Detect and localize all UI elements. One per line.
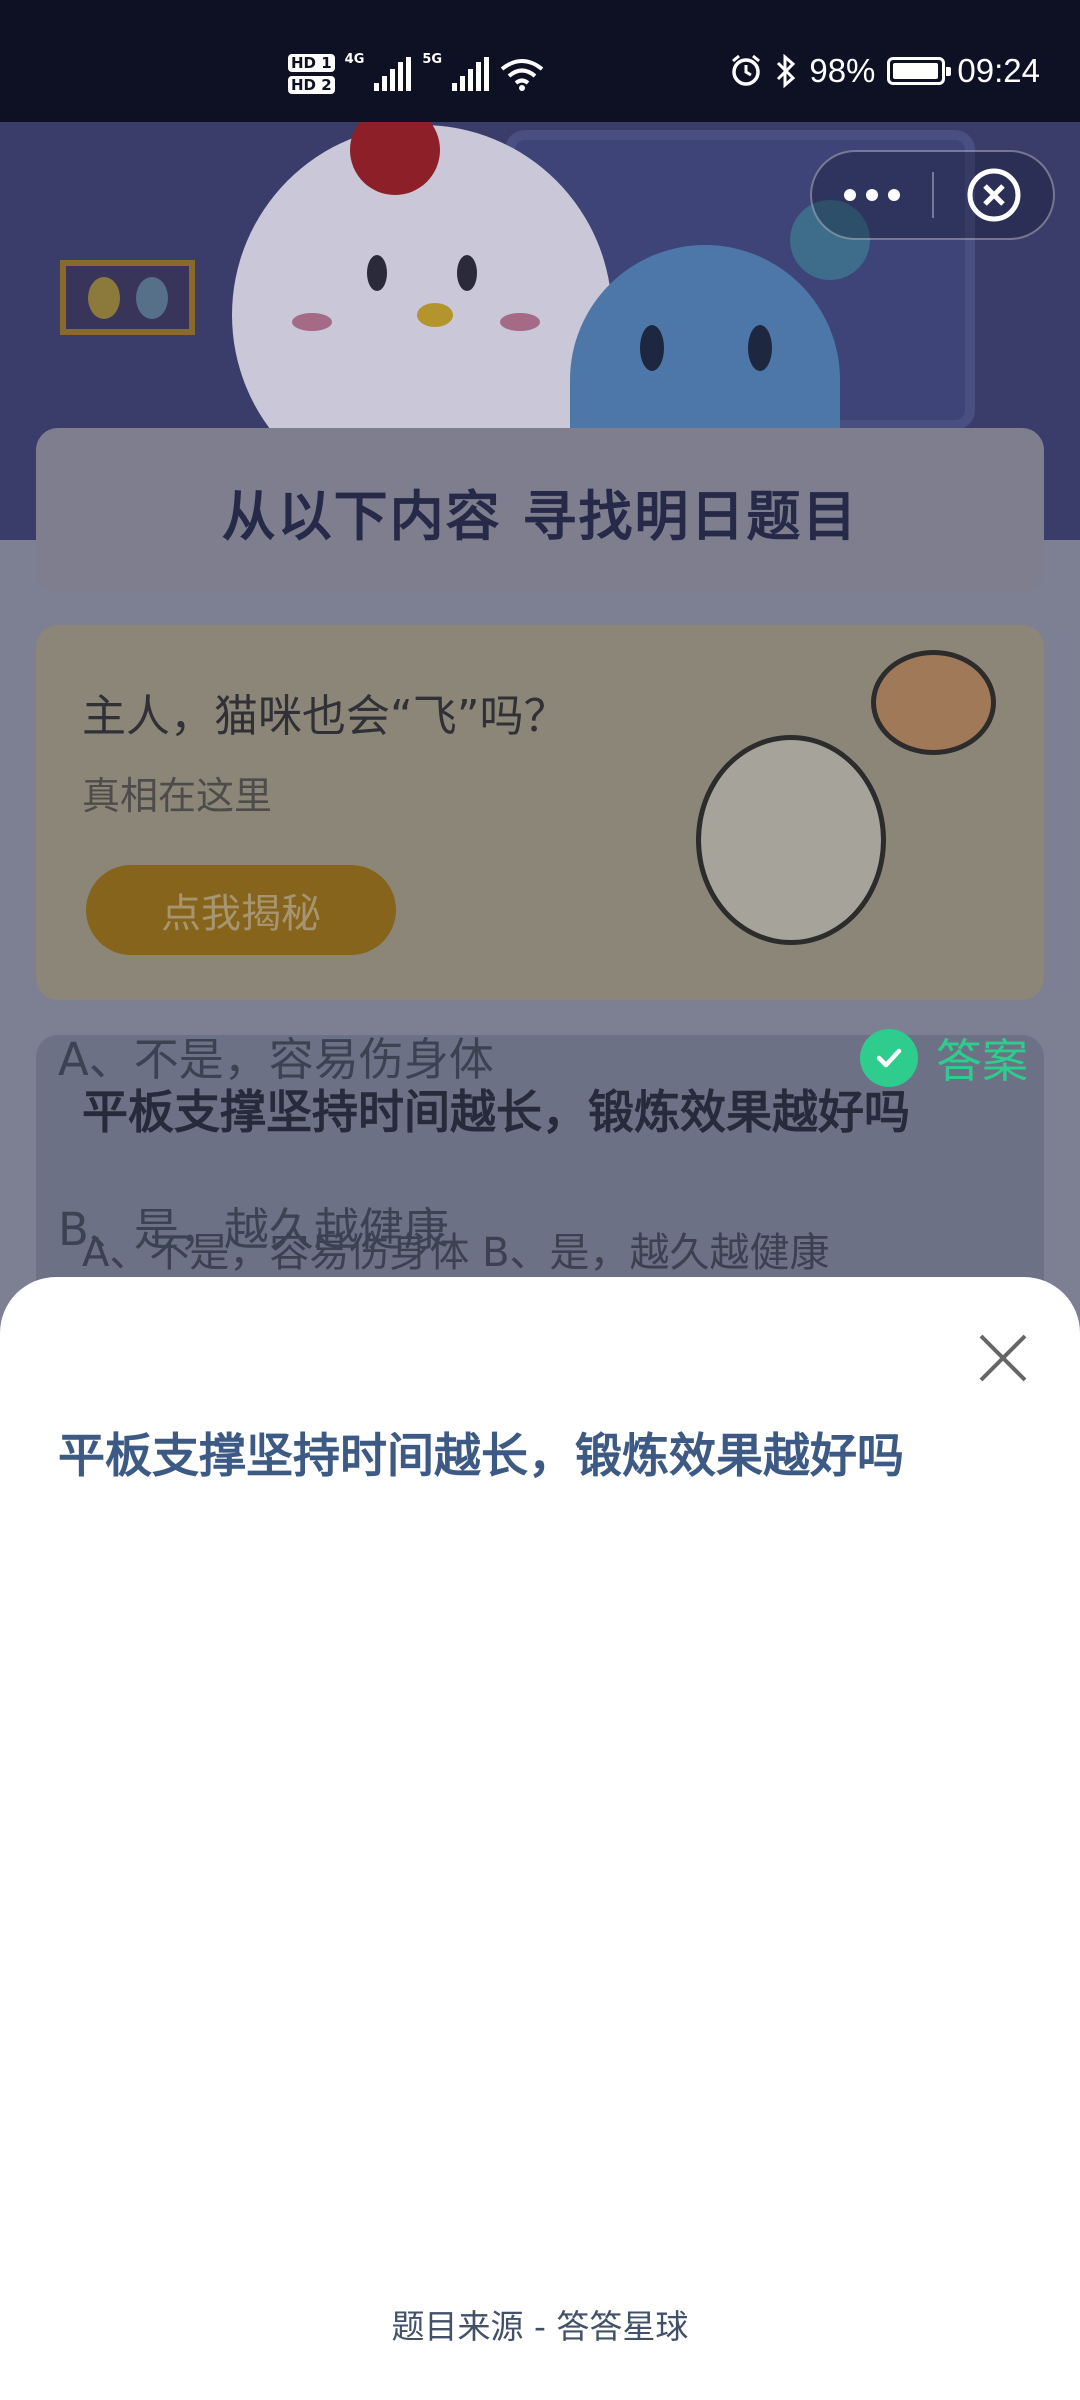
signal-icon bbox=[374, 57, 412, 91]
correct-answer-mark: 答案 bbox=[860, 1025, 1028, 1091]
option-b[interactable]: B、是，越久越健康 bbox=[58, 1180, 1028, 1270]
chick-illustration bbox=[696, 735, 886, 945]
medal-board-icon bbox=[60, 260, 195, 335]
network-5g-label: 5G bbox=[422, 52, 443, 67]
option-a-text: A、不是，容易伤身体 bbox=[58, 1032, 494, 1086]
signal-icon bbox=[452, 57, 490, 91]
promo-title: 主人，猫咪也会“飞”吗？ bbox=[82, 691, 568, 742]
reveal-button[interactable]: 点我揭秘 bbox=[86, 865, 396, 955]
wifi-icon bbox=[500, 59, 544, 91]
option-b-text: B、是，越久越健康 bbox=[58, 1202, 449, 1256]
promo-subtitle: 真相在这里 bbox=[82, 774, 273, 818]
check-icon bbox=[860, 1029, 918, 1087]
network-4g-label: 4G bbox=[344, 52, 365, 67]
option-a[interactable]: A、不是，容易伤身体 答案 bbox=[58, 1010, 1028, 1100]
alarm-icon bbox=[732, 54, 761, 86]
clock: 09:24 bbox=[957, 52, 1040, 89]
close-icon[interactable] bbox=[972, 1327, 1034, 1389]
banner-title: 从以下内容 寻找明日题目 bbox=[221, 485, 859, 548]
answer-label: 答案 bbox=[936, 1034, 1028, 1088]
status-bar: HD 1 HD 2 4G 5G 98% 09:24 bbox=[0, 0, 1080, 122]
question-source: 题目来源 - 答答星球 bbox=[391, 2307, 689, 2346]
sheet-question: 平板支撑坚持时间越长，锻炼效果越好吗 bbox=[58, 1429, 904, 1484]
bluetooth-icon bbox=[777, 54, 796, 88]
close-circle-icon[interactable] bbox=[934, 167, 1053, 223]
miniprogram-capsule bbox=[810, 150, 1055, 240]
answer-sheet: 平板支撑坚持时间越长，锻炼效果越好吗 bbox=[0, 1277, 1080, 2400]
more-dots-icon[interactable] bbox=[812, 152, 932, 238]
battery-icon bbox=[887, 57, 952, 85]
banner-card: 从以下内容 寻找明日题目 bbox=[36, 428, 1044, 593]
battery-percent: 98% bbox=[809, 52, 876, 89]
promo-card[interactable]: 主人，猫咪也会“飞”吗？ 真相在这里 点我揭秘 bbox=[36, 625, 1044, 1000]
flying-cat-illustration bbox=[871, 650, 996, 755]
hd-indicator: HD 1 HD 2 bbox=[288, 54, 335, 94]
